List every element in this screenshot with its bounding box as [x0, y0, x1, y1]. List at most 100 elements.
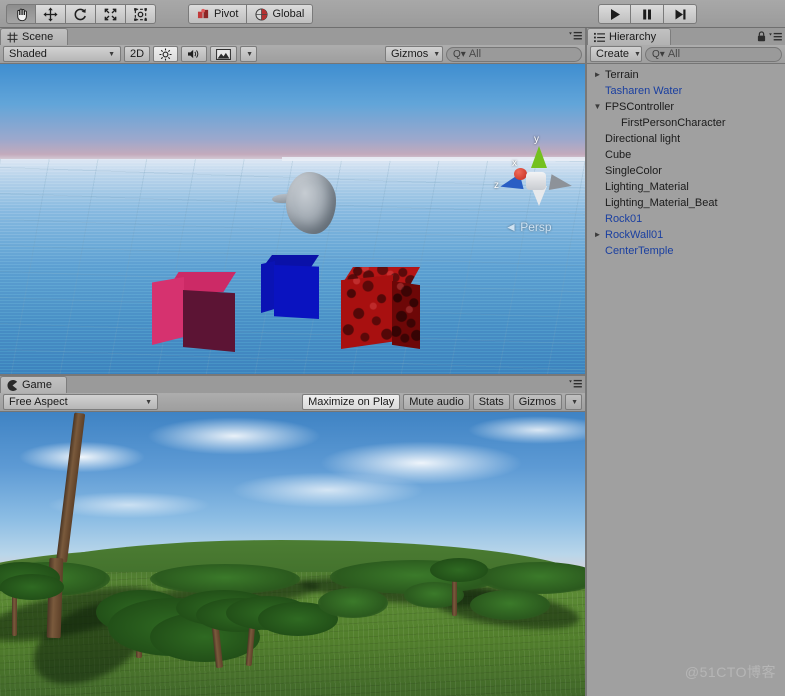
gizmo-label-y: y — [534, 134, 539, 145]
pause-icon — [643, 9, 651, 19]
hierarchy-item-rock01[interactable]: ►Rock01 — [587, 211, 785, 227]
game-gizmos-button[interactable]: Gizmos — [512, 394, 563, 410]
hierarchy-item-label: Directional light — [605, 133, 681, 145]
shrub — [470, 590, 550, 620]
scene-2d-toggle[interactable]: 2D — [124, 46, 151, 62]
scene-panel-menu[interactable] — [569, 31, 582, 41]
hierarchy-item-label: Terrain — [605, 69, 639, 81]
scene-lighting-toggle[interactable] — [153, 46, 179, 62]
move-icon — [43, 6, 58, 22]
tab-hierarchy-label: Hierarchy — [609, 31, 657, 43]
step-button[interactable] — [664, 4, 697, 24]
game-panel-menu[interactable] — [569, 379, 582, 389]
chevron-down-icon: ▼ — [108, 50, 115, 58]
cube-blue-front — [274, 265, 319, 319]
chevron-right-icon: ► — [592, 243, 603, 259]
scene-search-text: All — [468, 48, 482, 60]
game-aspect-dropdown[interactable]: Free Aspect ▼ — [3, 394, 158, 410]
hierarchy-item-centertemple[interactable]: ►CenterTemple — [587, 243, 785, 259]
cube-pink-front — [183, 290, 235, 352]
game-pacman-icon — [7, 379, 18, 391]
step-icon — [675, 9, 686, 19]
game-gizmos-dropdown[interactable]: ▼ — [565, 394, 582, 410]
hierarchy-item-lighting-material[interactable]: ►Lighting_Material — [587, 179, 785, 195]
tab-hierarchy[interactable]: Hierarchy — [587, 28, 672, 45]
scene-audio-toggle[interactable] — [181, 46, 208, 62]
scene-effects-toggle[interactable] — [210, 46, 238, 62]
scene-gizmos-dropdown[interactable]: Gizmos ▼ — [385, 46, 443, 62]
cube-blue[interactable] — [261, 255, 321, 319]
global-toggle-button[interactable]: Global — [247, 4, 314, 24]
hierarchy-create-dropdown[interactable]: Create ▼ — [590, 46, 642, 62]
hierarchy-item-label: RockWall01 — [605, 229, 664, 241]
game-mute-audio-button[interactable]: Mute audio — [403, 394, 470, 410]
hierarchy-item-directional-light[interactable]: ►Directional light — [587, 131, 785, 147]
game-gizmos-label: Gizmos — [518, 396, 557, 408]
chevron-right-icon: ► — [592, 179, 603, 195]
cube-blue-left — [261, 261, 275, 313]
scene-panel: Scene Shaded ▼ 2D ▼ Gizmos ▼ Q▾ All y z … — [0, 28, 585, 376]
scene-toolbar: Shaded ▼ 2D ▼ Gizmos ▼ Q▾ All — [0, 45, 585, 64]
hierarchy-item-tasharen-water[interactable]: ►Tasharen Water — [587, 83, 785, 99]
play-button[interactable] — [598, 4, 631, 24]
scene-draw-mode-label: Shaded — [9, 48, 47, 60]
hierarchy-tree-icon — [594, 32, 605, 42]
rect-transform-icon — [134, 7, 147, 21]
hierarchy-item-firstpersoncharacter[interactable]: ►FirstPersonCharacter — [587, 115, 785, 131]
scale-icon — [104, 8, 117, 20]
hierarchy-item-lighting-material-beat[interactable]: ►Lighting_Material_Beat — [587, 195, 785, 211]
gizmo-center-hub[interactable] — [526, 172, 546, 190]
cube-red-textured[interactable] — [341, 267, 421, 351]
rock-formation — [286, 172, 336, 234]
search-icon: Q▾ — [453, 48, 466, 60]
scene-viewport[interactable]: y z x ◄ Persp — [0, 64, 585, 376]
chevron-down-icon: ▼ — [145, 398, 152, 406]
pivot-tool-group: Pivot Global — [188, 4, 314, 24]
scene-search-input[interactable]: Q▾ All — [446, 46, 582, 62]
game-maximize-on-play-button[interactable]: Maximize on Play — [302, 394, 401, 410]
chevron-down-icon[interactable]: ▼ — [592, 99, 603, 115]
game-stats-button[interactable]: Stats — [472, 394, 510, 410]
speaker-icon — [188, 49, 199, 59]
cube-pink[interactable] — [152, 272, 236, 352]
hierarchy-item-singlecolor[interactable]: ►SingleColor — [587, 163, 785, 179]
hierarchy-item-cube[interactable]: ►Cube — [587, 147, 785, 163]
pivot-label: Pivot — [214, 8, 239, 20]
hierarchy-item-fpscontroller[interactable]: ▼ FPSController — [587, 99, 785, 115]
tab-scene[interactable]: Scene — [0, 28, 69, 45]
gizmo-axis-y[interactable] — [531, 146, 547, 168]
pause-button[interactable] — [631, 4, 664, 24]
hierarchy-list[interactable]: ►Terrain►Tasharen Water▼FPSController►Fi… — [587, 64, 785, 259]
image-effects-icon — [216, 48, 231, 60]
rotate-tool-button[interactable] — [66, 4, 96, 24]
search-icon: Q▾ — [652, 48, 665, 60]
hand-tool-button[interactable] — [6, 4, 36, 24]
pivot-toggle-button[interactable]: Pivot — [188, 4, 248, 24]
chevron-right-icon: ► — [592, 83, 603, 99]
game-viewport[interactable] — [0, 412, 585, 696]
move-tool-button[interactable] — [36, 4, 66, 24]
rect-tool-button[interactable] — [126, 4, 156, 24]
hierarchy-panel-menu[interactable] — [757, 31, 782, 42]
scene-gizmos-label: Gizmos — [391, 48, 429, 60]
panel-menu-icon — [769, 32, 782, 40]
chevron-right-icon[interactable]: ► — [592, 67, 603, 83]
sun-icon — [159, 47, 172, 61]
scene-axis-gizmo[interactable]: y z x — [494, 134, 580, 214]
hierarchy-search-input[interactable]: Q▾ All — [645, 46, 782, 62]
hierarchy-item-label: Lighting_Material_Beat — [605, 197, 718, 209]
game-stats-label: Stats — [478, 396, 504, 408]
hierarchy-item-rockwall01[interactable]: ► RockWall01 — [587, 227, 785, 243]
scene-draw-mode-dropdown[interactable]: Shaded ▼ — [3, 46, 121, 62]
panel-menu-icon — [569, 379, 582, 388]
chevron-right-icon[interactable]: ► — [592, 227, 603, 243]
scale-tool-button[interactable] — [96, 4, 126, 24]
chevron-right-icon: ► — [592, 147, 603, 163]
gizmo-axis-neg-z[interactable] — [548, 174, 574, 194]
pivot-icon — [197, 8, 209, 19]
scene-effects-dropdown[interactable]: ▼ — [240, 46, 257, 62]
game-mute-label: Mute audio — [409, 396, 464, 408]
tab-game[interactable]: Game — [0, 376, 67, 393]
scene-view-mode-label[interactable]: ◄ Persp — [505, 220, 552, 234]
hierarchy-item-terrain[interactable]: ► Terrain — [587, 67, 785, 83]
